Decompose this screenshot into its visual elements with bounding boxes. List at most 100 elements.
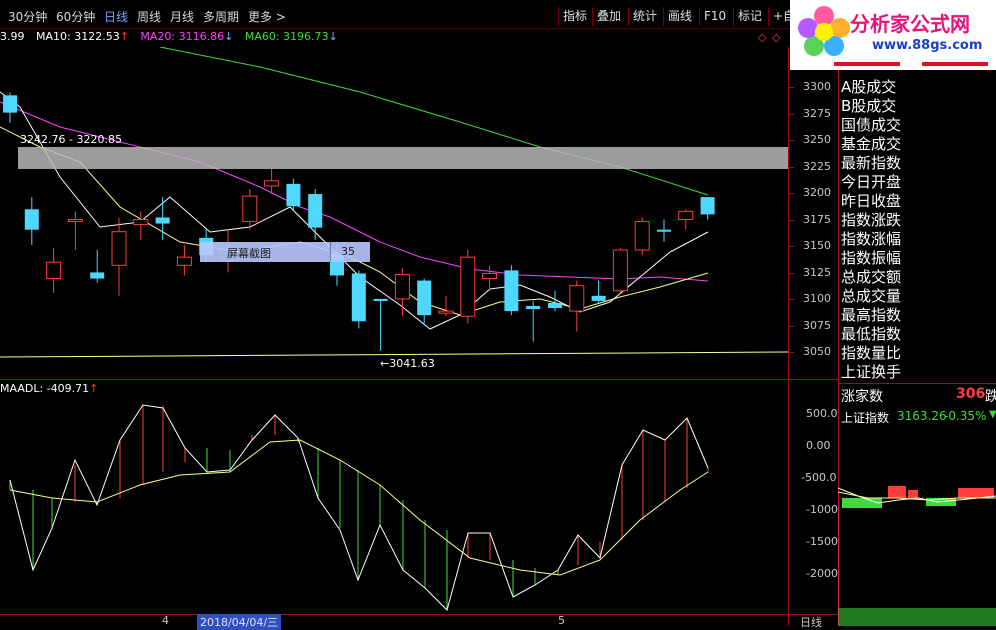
- price-axis-tick: 3275: [803, 106, 831, 120]
- candle-body[interactable]: [155, 217, 170, 224]
- maadl-chart[interactable]: [0, 380, 788, 612]
- candle-body[interactable]: [634, 221, 650, 251]
- stats-button[interactable]: 统计: [628, 7, 661, 26]
- logo-url: www.88gs.com: [872, 38, 983, 53]
- period-daily[interactable]: 日线: [104, 8, 128, 25]
- indicator-axis-tick: -500.0: [801, 471, 837, 484]
- screenshot-tooltip[interactable]: 屏幕截图 35: [200, 242, 370, 262]
- price-axis-tick-mark: [788, 87, 794, 88]
- price-axis-tick: 3075: [803, 318, 831, 332]
- candle-body[interactable]: [111, 231, 127, 266]
- diamond-icon-2[interactable]: ◇: [772, 31, 780, 44]
- index-field-10: 总成交额: [841, 268, 902, 286]
- candle-body[interactable]: [526, 306, 541, 310]
- index-field-15: 上证换手: [841, 363, 902, 381]
- maadl-ma-line: [9, 439, 709, 576]
- price-axis-tick-mark: [788, 193, 794, 194]
- candles-group: [3, 92, 715, 351]
- candle-body[interactable]: [591, 295, 606, 301]
- period-60min[interactable]: 60分钟: [56, 8, 95, 25]
- index-field-7: 指数涨跌: [841, 211, 902, 229]
- candle-body[interactable]: [548, 302, 562, 309]
- index-field-8: 指数涨幅: [841, 230, 902, 248]
- mark-button[interactable]: 标记: [733, 7, 766, 26]
- price-axis-tick: 3125: [803, 265, 831, 279]
- index-field-3: 基金成交: [841, 135, 902, 153]
- indicator-axis-tick: -2000: [806, 567, 838, 580]
- price-axis-tick: 3150: [803, 239, 831, 252]
- candle-body[interactable]: [242, 195, 258, 223]
- price-axis-tick: 3300: [803, 80, 831, 93]
- period-30min[interactable]: 30分钟: [8, 8, 47, 25]
- candle-body[interactable]: [657, 229, 671, 232]
- candle-body[interactable]: [308, 194, 323, 228]
- candle-body[interactable]: [417, 280, 432, 316]
- period-multi[interactable]: 多周期: [203, 8, 239, 25]
- candle-body[interactable]: [67, 219, 83, 223]
- candle-body[interactable]: [133, 219, 149, 226]
- f10-button[interactable]: F10: [699, 7, 730, 26]
- index-field-2: 国债成交: [841, 116, 902, 134]
- ma60-line: [159, 47, 709, 196]
- price-axis-tick-mark: [788, 140, 794, 141]
- index-field-1: B股成交: [841, 97, 897, 115]
- mini-intraday-chart[interactable]: [838, 428, 996, 626]
- indicator-button[interactable]: 指标: [558, 7, 591, 26]
- range-label: 3242.76 - 3220.85: [20, 133, 122, 146]
- price-axis-line: [788, 47, 789, 626]
- candle-body[interactable]: [351, 273, 366, 322]
- indicator-axis-tick: -1000: [806, 503, 838, 516]
- price-axis-tick: 3100: [803, 292, 831, 305]
- candle-body[interactable]: [569, 285, 585, 312]
- price-axis-tick-mark: [788, 325, 794, 327]
- candlestick-chart[interactable]: [0, 47, 788, 377]
- period-weekly[interactable]: 周线: [137, 8, 161, 25]
- index-field-0: A股成交: [841, 78, 897, 96]
- down-arrow-icon: ▼: [989, 409, 996, 420]
- price-axis-tick: 3050: [803, 345, 831, 358]
- candle-body[interactable]: [438, 310, 454, 314]
- rise-count-label: 涨家数: [841, 389, 883, 405]
- candle-body[interactable]: [460, 256, 476, 317]
- candle-body[interactable]: [612, 249, 628, 292]
- candle-body[interactable]: [700, 197, 715, 215]
- candle-body[interactable]: [3, 95, 17, 113]
- period-monthly[interactable]: 月线: [170, 8, 194, 25]
- candle-body[interactable]: [264, 180, 280, 187]
- candle-body[interactable]: [504, 270, 519, 312]
- screenshot-tooltip-number: 35: [341, 245, 355, 258]
- candle-body[interactable]: [286, 183, 301, 207]
- ma20-label: MA20: 3116.86: [140, 30, 225, 43]
- candle-body[interactable]: [394, 273, 410, 300]
- candle-body[interactable]: [176, 256, 192, 266]
- period-more[interactable]: 更多 >: [248, 8, 286, 25]
- price-axis-tick: 3200: [803, 186, 831, 199]
- period-label: 日线: [800, 616, 822, 629]
- candle-body[interactable]: [678, 210, 694, 221]
- ma10-label: MA10: 3122.53: [36, 30, 120, 43]
- price-axis-tick-mark: [788, 113, 794, 115]
- maadl-bars: [9, 405, 709, 610]
- candle-body[interactable]: [46, 261, 62, 280]
- index-value: 3163.26: [897, 409, 947, 423]
- ma-legend: 3.99 MA10: 3122.53↑ MA20: 3116.86↓ MA60:…: [0, 30, 338, 43]
- diamond-icon[interactable]: ◇: [758, 31, 766, 44]
- screenshot-tooltip-label: 屏幕截图: [227, 247, 271, 260]
- logo-title: 分析家公式网: [850, 12, 970, 36]
- index-field-11: 总成交量: [841, 287, 902, 305]
- candle-body[interactable]: [373, 298, 388, 301]
- index-field-9: 指数振幅: [841, 249, 902, 267]
- site-logo: 分析家公式网 www.88gs.com: [790, 0, 996, 70]
- right-panel-split: [838, 383, 996, 384]
- candle-body[interactable]: [90, 272, 105, 279]
- candle-body[interactable]: [482, 272, 498, 280]
- index-field-4: 最新指数: [841, 154, 902, 172]
- indicator-axis-tick: 500.0: [806, 407, 838, 420]
- indicator-axis-tick: 0.00: [806, 439, 831, 452]
- candle-body[interactable]: [24, 209, 39, 230]
- overlay-button[interactable]: 叠加: [592, 7, 625, 26]
- ma-prefix: 3.99: [0, 30, 25, 43]
- draw-line-button[interactable]: 画线: [663, 7, 696, 26]
- index-change: -0.35%: [944, 409, 987, 423]
- price-axis-tick: 3250: [803, 133, 831, 146]
